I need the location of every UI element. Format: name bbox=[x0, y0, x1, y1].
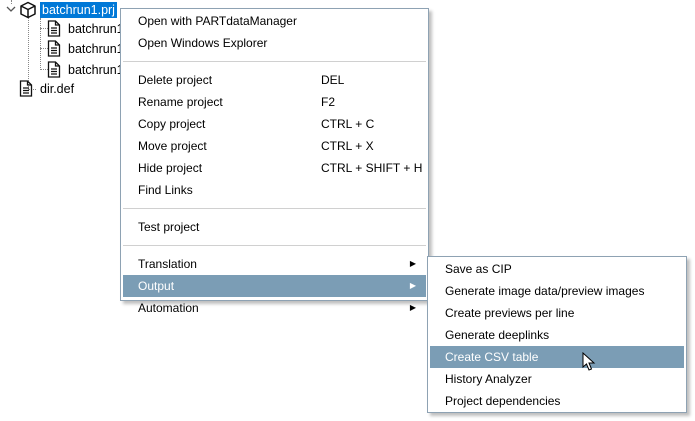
menu-item-label: Create previews per line bbox=[445, 306, 575, 320]
menu-item[interactable]: Rename project F2 bbox=[123, 91, 426, 113]
chevron-right-icon: ▶ bbox=[409, 281, 416, 290]
menu-item-label: Translation bbox=[138, 257, 197, 271]
menu-item-label: Move project bbox=[138, 139, 207, 153]
menu-item[interactable]: Move project CTRL + X bbox=[123, 135, 426, 157]
document-icon bbox=[47, 20, 61, 37]
menu-item[interactable]: Automation ▶ bbox=[123, 297, 426, 319]
menu-separator bbox=[123, 61, 426, 62]
menu-item[interactable]: Hide project CTRL + SHIFT + H bbox=[123, 157, 426, 179]
menu-item[interactable]: Test project bbox=[123, 216, 426, 238]
submenu-item[interactable]: Generate deeplinks bbox=[430, 324, 684, 346]
output-submenu: Save as CIP Generate image data/preview i… bbox=[427, 256, 687, 413]
menu-item-shortcut: CTRL + SHIFT + H bbox=[321, 161, 423, 175]
menu-item-label: Save as CIP bbox=[445, 262, 512, 276]
tree-item-root[interactable]: batchrun1.prj bbox=[40, 2, 117, 18]
tree-item-dir-def[interactable]: dir.def bbox=[40, 81, 74, 97]
menu-item-label: Project dependencies bbox=[445, 394, 561, 408]
menu-item-label: Open Windows Explorer bbox=[138, 36, 268, 50]
menu-item-label: Find Links bbox=[138, 183, 193, 197]
menu-separator bbox=[123, 245, 426, 246]
submenu-item[interactable]: Create previews per line bbox=[430, 302, 684, 324]
menu-item-label: Delete project bbox=[138, 73, 213, 87]
menu-item-label: Test project bbox=[138, 220, 200, 234]
menu-item-label: History Analyzer bbox=[445, 372, 532, 386]
menu-separator bbox=[123, 208, 426, 209]
menu-item[interactable]: Find Links bbox=[123, 179, 426, 201]
menu-item-label: Generate deeplinks bbox=[445, 328, 550, 342]
submenu-item[interactable]: History Analyzer bbox=[430, 368, 684, 390]
menu-item-label: Rename project bbox=[138, 95, 223, 109]
menu-item-label: Copy project bbox=[138, 117, 206, 131]
menu-item-label: Hide project bbox=[138, 161, 203, 175]
menu-item-shortcut: CTRL + X bbox=[321, 139, 374, 153]
mouse-cursor-icon bbox=[582, 351, 596, 375]
submenu-item[interactable]: Project dependencies bbox=[430, 390, 684, 412]
chevron-right-icon: ▶ bbox=[409, 303, 416, 312]
chevron-right-icon: ▶ bbox=[409, 259, 416, 268]
document-icon bbox=[19, 80, 33, 97]
menu-item[interactable]: Translation ▶ bbox=[123, 253, 426, 275]
document-icon bbox=[47, 40, 61, 57]
menu-item-shortcut: DEL bbox=[321, 73, 345, 87]
menu-item-label: Generate image data/preview images bbox=[445, 284, 645, 298]
document-icon bbox=[47, 61, 61, 78]
menu-item-shortcut: CTRL + C bbox=[321, 117, 375, 131]
menu-item[interactable]: Output ▶ bbox=[123, 275, 426, 297]
menu-item-label: Automation bbox=[138, 301, 199, 315]
menu-item-shortcut: F2 bbox=[321, 95, 336, 109]
menu-item[interactable]: Delete project DEL bbox=[123, 69, 426, 91]
menu-item[interactable]: Open Windows Explorer bbox=[123, 32, 426, 54]
menu-item[interactable]: Copy project CTRL + C bbox=[123, 113, 426, 135]
menu-item[interactable]: Open with PARTdataManager bbox=[123, 10, 426, 32]
menu-item-label: Output bbox=[138, 279, 175, 293]
tree-item-child[interactable]: batchrun1 bbox=[68, 21, 124, 37]
tree-item-child[interactable]: batchrun1 bbox=[68, 62, 124, 78]
submenu-item[interactable]: Create CSV table bbox=[430, 346, 684, 368]
menu-item-label: Create CSV table bbox=[445, 350, 539, 364]
cube-icon bbox=[19, 1, 37, 19]
tree-item-child[interactable]: batchrun1 bbox=[68, 41, 124, 57]
menu-item-label: Open with PARTdataManager bbox=[138, 14, 297, 28]
chevron-down-icon[interactable] bbox=[5, 3, 17, 15]
submenu-item[interactable]: Save as CIP bbox=[430, 258, 684, 280]
submenu-item[interactable]: Generate image data/preview images bbox=[430, 280, 684, 302]
context-menu: Open with PARTdataManager Open Windows E… bbox=[120, 8, 429, 315]
